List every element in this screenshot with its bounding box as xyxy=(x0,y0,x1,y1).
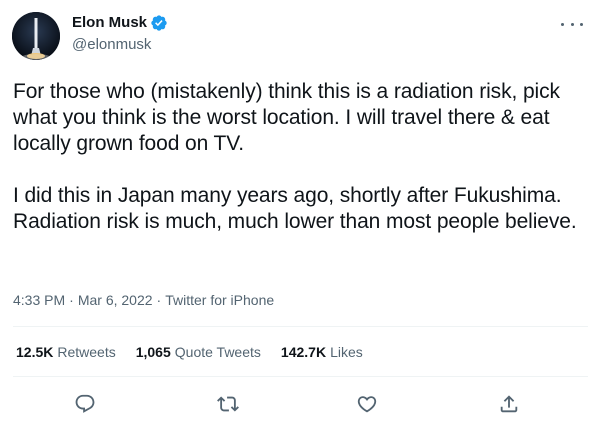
retweets-count: 12.5K xyxy=(16,344,54,360)
retweets-label: Retweets xyxy=(57,344,116,360)
tweet-text: For those who (mistakenly) think this is… xyxy=(13,79,588,235)
divider xyxy=(13,326,588,327)
verified-badge-icon xyxy=(150,14,168,32)
reply-icon[interactable] xyxy=(70,389,100,419)
user-handle[interactable]: @elonmusk xyxy=(72,35,151,55)
tweet-paragraph: I did this in Japan many years ago, shor… xyxy=(13,184,577,233)
avatar[interactable] xyxy=(12,12,60,60)
user-name[interactable]: Elon Musk xyxy=(72,13,147,33)
more-icon[interactable] xyxy=(561,17,583,31)
quote-tweets-label: Quote Tweets xyxy=(174,344,261,360)
quote-tweets-count: 1,065 xyxy=(135,344,171,360)
likes-count: 142.7K xyxy=(280,344,327,360)
tweet-date[interactable]: Mar 6, 2022 xyxy=(78,290,153,310)
quote-tweets-stat[interactable]: 1,065 Quote Tweets xyxy=(136,342,261,362)
retweets-stat[interactable]: 12.5K Retweets xyxy=(16,342,116,362)
tweet-stats: 12.5K Retweets 1,065 Quote Tweets 142.7K Li… xyxy=(16,342,383,362)
likes-stat[interactable]: 142.7K Likes xyxy=(281,342,363,362)
tweet-paragraph: For those who (mistakenly) think this is… xyxy=(13,80,560,155)
meta-separator: · xyxy=(69,292,74,308)
likes-label: Likes xyxy=(330,344,363,360)
tweet-meta: 4:33 PM · Mar 6, 2022 · Twitter for iPho… xyxy=(13,290,274,310)
tweet-detail: Elon Musk @elonmusk For those who (mista… xyxy=(0,0,601,425)
retweet-icon[interactable] xyxy=(213,389,243,419)
tweet-actions xyxy=(0,389,601,419)
tweet-time[interactable]: 4:33 PM xyxy=(13,290,65,310)
tweet-source[interactable]: Twitter for iPhone xyxy=(165,290,274,310)
meta-separator: · xyxy=(156,292,162,308)
heart-icon[interactable] xyxy=(352,389,382,419)
share-icon[interactable] xyxy=(494,389,524,419)
divider xyxy=(13,376,588,377)
